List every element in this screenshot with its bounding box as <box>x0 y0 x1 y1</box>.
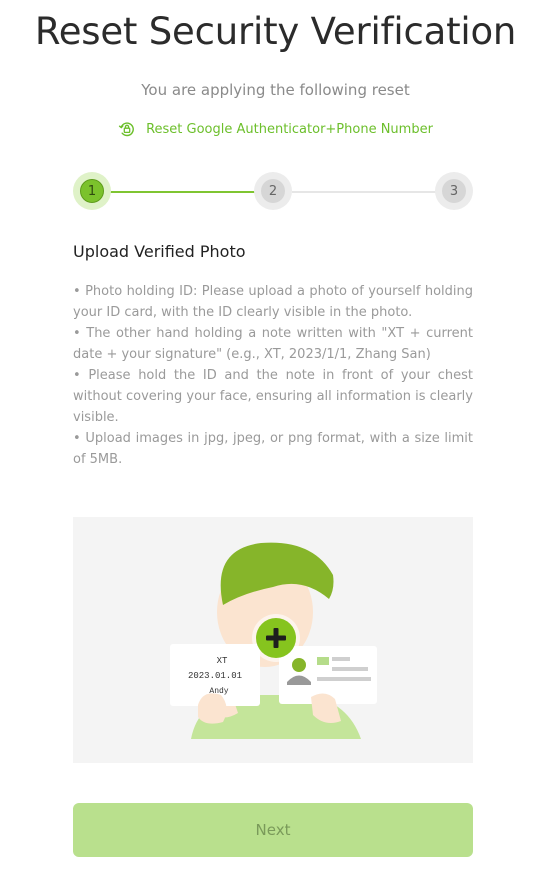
lock-reset-icon <box>118 120 136 138</box>
photo-upload-area[interactable]: XT 2023.01.01 Andy <box>73 517 473 763</box>
step-2-number: 2 <box>261 179 285 203</box>
example-photo-illustration: XT 2023.01.01 Andy <box>170 542 377 739</box>
progress-stepper: 1 2 3 <box>72 172 474 212</box>
instruction-item: • Photo holding ID: Please upload a phot… <box>73 284 473 320</box>
reset-type-row: Reset Google Authenticator+Phone Number <box>0 120 551 138</box>
step-1-number: 1 <box>80 179 104 203</box>
page-title: Reset Security Verification <box>34 10 517 53</box>
step-1: 1 <box>73 172 111 210</box>
reset-verification-page: Reset Security Verification You are appl… <box>0 0 551 881</box>
instruction-item: • The other hand holding a note written … <box>73 326 473 362</box>
upload-instructions: • Photo holding ID: Please upload a phot… <box>73 281 473 470</box>
step-connector-2 <box>292 191 438 193</box>
plus-icon[interactable] <box>252 614 300 662</box>
note-line: 2023.01.01 <box>188 671 242 681</box>
step-2: 2 <box>254 172 292 210</box>
instruction-item: • Please hold the ID and the note in fro… <box>73 368 473 425</box>
section-title: Upload Verified Photo <box>73 242 246 261</box>
note-line: XT <box>217 656 228 666</box>
step-connector-1 <box>110 191 256 193</box>
instruction-item: • Upload images in jpg, jpeg, or png for… <box>73 431 473 467</box>
page-subtitle: You are applying the following reset <box>141 81 410 99</box>
step-3-number: 3 <box>442 179 466 203</box>
step-3: 3 <box>435 172 473 210</box>
next-button[interactable]: Next <box>73 803 473 857</box>
reset-type-label: Reset Google Authenticator+Phone Number <box>146 121 433 137</box>
